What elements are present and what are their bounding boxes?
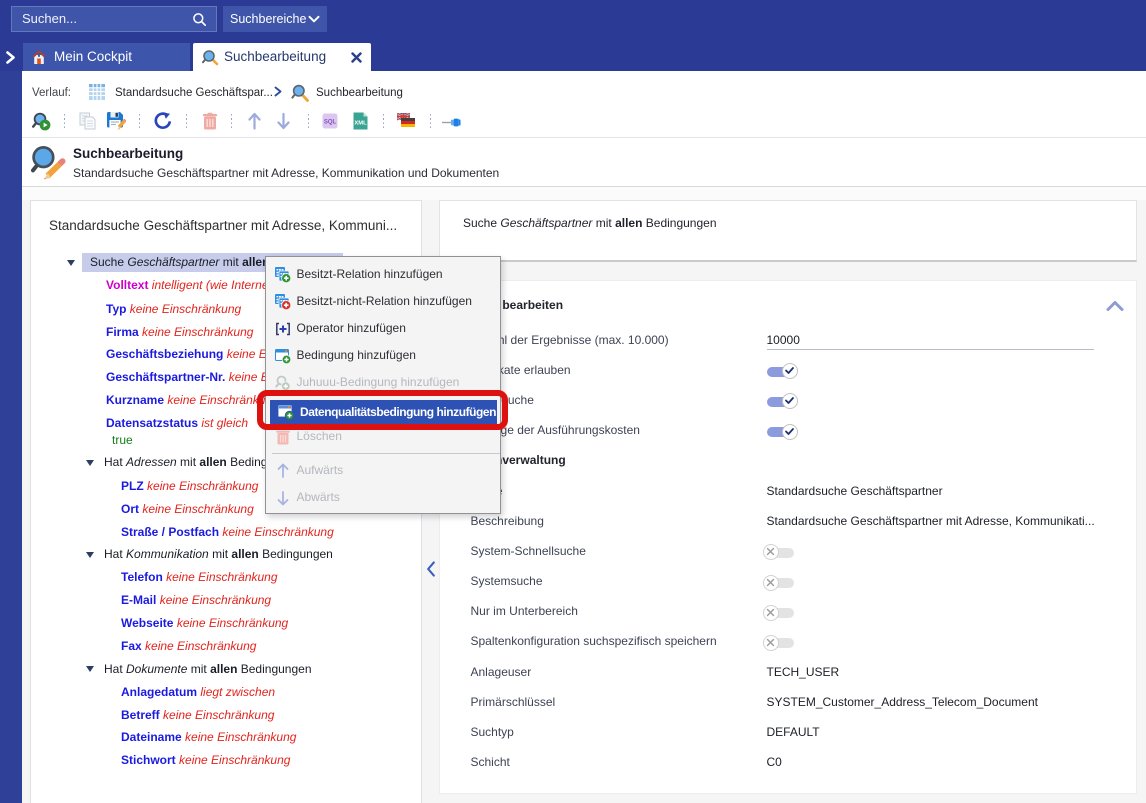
svg-text:SQL: SQL xyxy=(324,120,337,126)
svg-text:XML: XML xyxy=(354,121,367,127)
